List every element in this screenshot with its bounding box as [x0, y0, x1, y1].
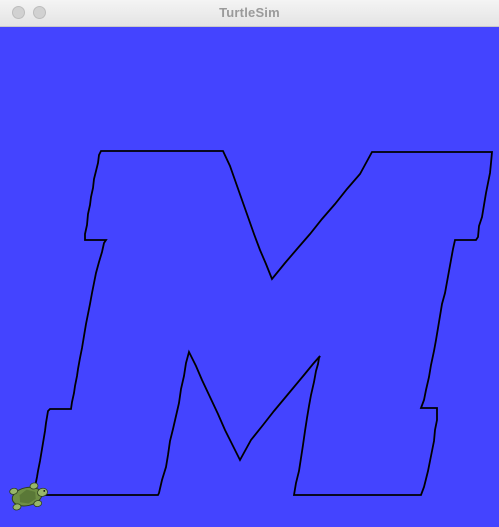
title-bar: TurtleSim: [0, 0, 499, 27]
window-title: TurtleSim: [219, 5, 280, 20]
drawing-surface: [0, 27, 499, 527]
turtlesim-window: TurtleSim: [0, 0, 499, 527]
canvas-background: [0, 27, 499, 527]
turtle-canvas[interactable]: [0, 27, 499, 527]
